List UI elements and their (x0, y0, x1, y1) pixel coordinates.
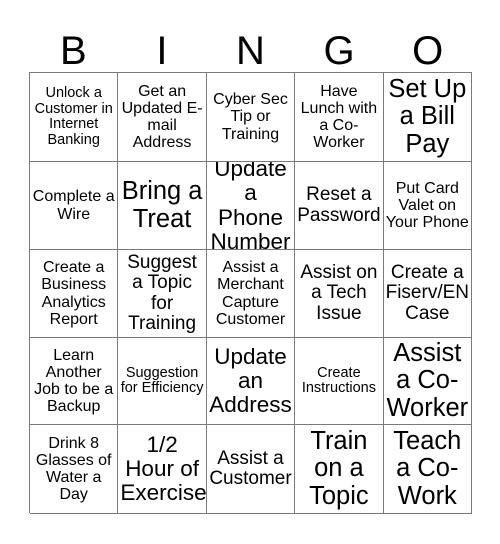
bingo-header-letter-i: I (156, 29, 168, 73)
bingo-cell-label: Learn Another Job to be a Backup (34, 346, 114, 416)
bingo-cell-label: 1/2 Hour of Exercise (120, 431, 207, 506)
bingo-cell-label: Reset a Password (297, 184, 381, 226)
bingo-cell-label: Bring a Treat (121, 177, 203, 233)
bingo-cell-label: Create a Business Analytics Report (41, 259, 107, 328)
bingo-cell[interactable]: Reset a Password (295, 162, 384, 250)
bingo-cell[interactable]: Get an Updated E-mail Address (118, 73, 207, 162)
bingo-cell-label: Set Up a Bill Pay (388, 75, 467, 158)
bingo-cell[interactable]: Have Lunch with a Co-Worker (295, 73, 384, 162)
bingo-cell[interactable]: Teach a Co-Work (383, 425, 472, 514)
bingo-cell[interactable]: Set Up a Bill Pay (383, 73, 472, 162)
bingo-cell-label: Assist on a Tech Issue (300, 262, 378, 324)
bingo-cell[interactable]: Train on a Topic (295, 425, 384, 514)
bingo-cell[interactable]: Bring a Treat (118, 162, 207, 250)
bingo-card: B I N G O Unlock a Customer in Internet … (0, 0, 500, 544)
bingo-grid: Unlock a Customer in Internet Banking Ge… (29, 72, 472, 514)
bingo-cell[interactable]: Create a Business Analytics Report (30, 250, 119, 338)
bingo-cell[interactable]: Unlock a Customer in Internet Banking (30, 73, 119, 162)
bingo-cell[interactable]: Learn Another Job to be a Backup (30, 338, 119, 425)
bingo-cell[interactable]: Put Card Valet on Your Phone (383, 162, 472, 250)
bingo-cell[interactable]: Create a Fiserv/EN Case (383, 250, 472, 338)
bingo-cell-label: Create Instructions (301, 364, 376, 396)
bingo-cell-label: Update a Phone Number (210, 162, 291, 250)
bingo-header: B I N G O (29, 18, 472, 72)
bingo-cell[interactable]: Create Instructions (295, 338, 384, 425)
bingo-cell-label: Create a Fiserv/EN Case (385, 262, 469, 324)
bingo-cell[interactable]: Cyber Sec Tip or Training (206, 73, 296, 162)
bingo-cell-label: Update an Address (209, 343, 292, 418)
bingo-cell[interactable]: Assist on a Tech Issue (295, 250, 384, 338)
bingo-cell-label: Cyber Sec Tip or Training (213, 91, 288, 143)
bingo-cell-label: Train on a Topic (309, 427, 369, 510)
bingo-cell-label: Get an Updated E-mail Address (121, 82, 203, 152)
bingo-cell-label: Assist a Customer (209, 447, 292, 489)
bingo-cell[interactable]: Update an Address (206, 338, 296, 425)
bingo-cell[interactable]: Assist a Customer (206, 425, 296, 514)
bingo-cell-label: Suggestion for Efficiency (120, 364, 204, 396)
bingo-cell[interactable]: 1/2 Hour of Exercise (118, 425, 207, 514)
bingo-cell-label: Have Lunch with a Co-Worker (300, 82, 378, 152)
bingo-cell-label: Drink 8 Glasses of Water a Day (35, 434, 112, 504)
bingo-header-letter-g: G (323, 29, 355, 73)
bingo-cell-label: Put Card Valet on Your Phone (385, 179, 469, 232)
bingo-cell-label: Complete a Wire (32, 188, 115, 223)
bingo-header-letter-b: B (59, 29, 87, 73)
bingo-cell-label: Assist a Merchant Capture Customer (215, 259, 286, 328)
bingo-cell-label: Suggest a Topic for Training (127, 251, 197, 334)
bingo-cell-label: Unlock a Customer in Internet Banking (34, 85, 113, 148)
bingo-header-letter-n: N (236, 29, 265, 73)
bingo-cell[interactable]: Update a Phone Number (206, 162, 296, 250)
bingo-cell[interactable]: Suggestion for Efficiency (118, 338, 207, 425)
bingo-cell[interactable]: Suggest a Topic for Training (118, 250, 207, 338)
bingo-cell[interactable]: Assist a Co-Worker (383, 338, 472, 425)
bingo-cell[interactable]: Assist a Merchant Capture Customer (206, 250, 296, 338)
bingo-cell-label: Assist a Co-Worker (386, 339, 469, 422)
bingo-cell-label: Teach a Co-Work (393, 427, 462, 510)
bingo-cell[interactable]: Drink 8 Glasses of Water a Day (30, 425, 119, 514)
bingo-cell[interactable]: Complete a Wire (30, 162, 119, 250)
bingo-header-letter-o: O (412, 29, 444, 73)
